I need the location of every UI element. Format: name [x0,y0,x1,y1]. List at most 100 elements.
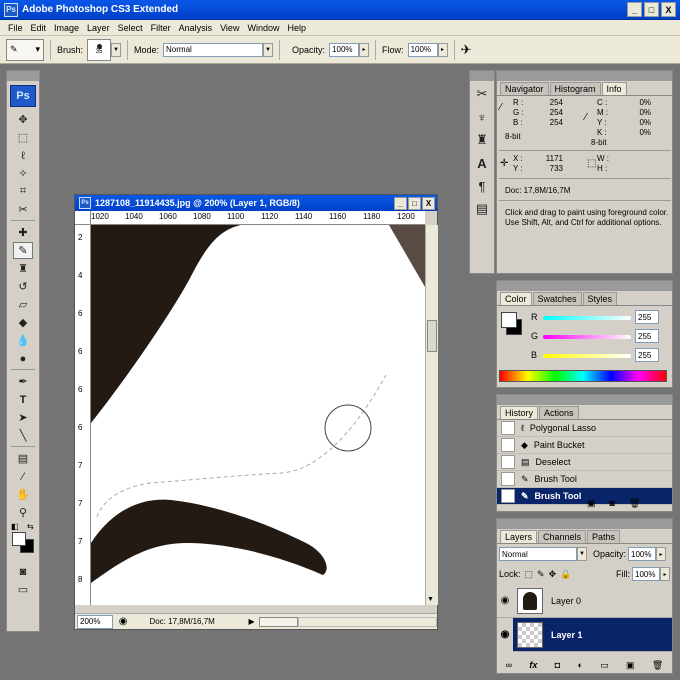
history-item[interactable]: ◆ Paint Bucket [497,437,672,454]
menu-select[interactable]: Select [114,23,147,33]
layer-comps-icon[interactable]: ▤ [472,199,492,219]
trash-icon[interactable]: 🗑 [629,498,640,509]
menu-view[interactable]: View [216,23,243,33]
lasso-tool-icon[interactable]: ℓ [13,147,33,164]
history-brush-tool-icon[interactable]: ↺ [13,278,33,295]
path-selection-tool-icon[interactable]: ➤ [13,409,33,426]
ruler-origin[interactable] [75,211,91,225]
new-document-from-state-icon[interactable]: ▣ [587,498,596,509]
flow-slider-button[interactable]: ▸ [437,42,448,57]
history-item-selected[interactable]: ✎ Brush Tool [497,488,672,505]
brush-dropdown-button[interactable]: ▼ [111,42,122,57]
delete-layer-icon[interactable]: 🗑 [652,660,663,671]
menu-edit[interactable]: Edit [27,23,51,33]
tab-layers[interactable]: Layers [500,530,538,543]
layer-opacity-input[interactable]: 100% [628,547,657,561]
lock-all-icon[interactable]: 🔒 [560,569,571,580]
maximize-button[interactable]: □ [644,2,659,17]
tool-preset-picker[interactable]: ✎ ▾ [6,38,44,61]
blend-dropdown-button[interactable]: ▼ [577,547,587,561]
history-item[interactable]: ℓ Polygonal Lasso [497,420,672,437]
clone-source-icon[interactable]: ♜ [472,130,492,150]
new-group-icon[interactable]: ▭ [600,660,609,671]
tab-paths[interactable]: Paths [587,530,621,543]
tools-palette-header[interactable] [7,71,39,81]
tab-histogram[interactable]: Histogram [549,82,601,95]
foreground-color-swatch[interactable] [12,532,26,546]
tool-presets-icon[interactable]: ✂ [472,84,492,104]
status-menu-icon[interactable]: ◉ [119,616,128,627]
tab-channels[interactable]: Channels [538,530,587,543]
tab-info[interactable]: Info [601,82,627,95]
character-icon[interactable]: A [472,153,492,173]
crop-tool-icon[interactable]: ⌗ [13,183,33,200]
document-title-bar[interactable]: Ps 1287108_11914435.jpg @ 200% (Layer 1,… [75,195,437,211]
magic-wand-tool-icon[interactable]: ✧ [13,165,33,182]
layer-mask-icon[interactable]: ◘ [555,660,560,671]
brush-tool-icon[interactable]: ✎ [13,242,33,259]
tab-actions[interactable]: Actions [539,406,579,419]
clone-stamp-tool-icon[interactable]: ♜ [13,260,33,277]
brushes-icon[interactable]: ♆ [472,107,492,127]
opacity-slider-button[interactable]: ▸ [359,42,370,57]
info-panel-header[interactable] [497,71,672,81]
b-input[interactable]: 255 [635,348,659,362]
quick-mask-icon[interactable]: ◙ [13,563,33,580]
blur-tool-icon[interactable]: 💧 [13,332,33,349]
fill-slider-button[interactable]: ▸ [660,567,670,581]
minimize-button[interactable]: _ [627,2,642,17]
layer-row[interactable]: ◉ Layer 0 [497,584,672,618]
color-fg-swatch[interactable] [501,312,517,328]
new-snapshot-icon[interactable]: ◙ [610,498,615,509]
r-slider[interactable] [543,316,631,320]
history-checkbox[interactable] [501,472,515,486]
g-input[interactable]: 255 [635,329,659,343]
paint-bucket-tool-icon[interactable]: ◆ [13,314,33,331]
horizontal-scroll-thumb[interactable] [258,616,299,627]
vertical-scroll-thumb[interactable] [427,320,437,352]
menu-filter[interactable]: Filter [147,23,175,33]
menu-image[interactable]: Image [50,23,83,33]
layer-style-icon[interactable]: fx [529,660,537,671]
menu-layer[interactable]: Layer [83,23,114,33]
history-checkbox[interactable] [501,421,515,435]
notes-tool-icon[interactable]: ▤ [13,450,33,467]
tab-color[interactable]: Color [500,292,532,305]
flow-input[interactable]: 100% [407,42,438,57]
tab-swatches[interactable]: Swatches [532,292,582,305]
zoom-input[interactable]: 200% [77,614,113,629]
move-tool-icon[interactable]: ✥ [13,111,33,128]
tab-navigator[interactable]: Navigator [500,82,549,95]
dodge-tool-icon[interactable]: ● [13,350,33,367]
status-arrow-icon[interactable]: ▶ [249,617,255,626]
fill-input[interactable]: 100% [632,567,660,581]
menu-analysis[interactable]: Analysis [175,23,217,33]
opacity-input[interactable]: 100% [329,42,360,57]
mode-dropdown-button[interactable]: ▼ [263,42,274,57]
layers-panel-header[interactable] [497,519,672,529]
image-canvas[interactable] [91,225,425,605]
menu-file[interactable]: File [4,23,27,33]
color-panel-header[interactable] [497,281,672,291]
healing-brush-tool-icon[interactable]: ✚ [13,224,33,241]
swap-colors-icon[interactable]: ⇆ [27,522,34,531]
history-checkbox[interactable] [501,489,515,503]
doc-close-button[interactable]: X [422,196,435,210]
zoom-tool-icon[interactable]: ⚲ [13,504,33,521]
slice-tool-icon[interactable]: ✂ [13,201,33,218]
type-tool-icon[interactable]: T [13,391,33,408]
lock-pixels-icon[interactable]: ✎ [537,569,545,580]
vertical-scrollbar[interactable]: ▼ [425,225,438,605]
airbrush-icon[interactable]: ✈ [461,42,472,58]
history-item[interactable]: ▤ Deselect [497,454,672,471]
history-checkbox[interactable] [501,438,515,452]
doc-maximize-button[interactable]: □ [408,196,421,210]
default-colors-icon[interactable]: ◧ [11,522,19,531]
brush-picker[interactable]: 35 [87,38,112,61]
menu-window[interactable]: Window [243,23,283,33]
g-slider[interactable] [543,335,631,339]
eraser-tool-icon[interactable]: ▱ [13,296,33,313]
dock-header[interactable] [470,71,494,81]
tab-history[interactable]: History [500,406,539,419]
eye-icon[interactable]: ◉ [497,617,513,652]
